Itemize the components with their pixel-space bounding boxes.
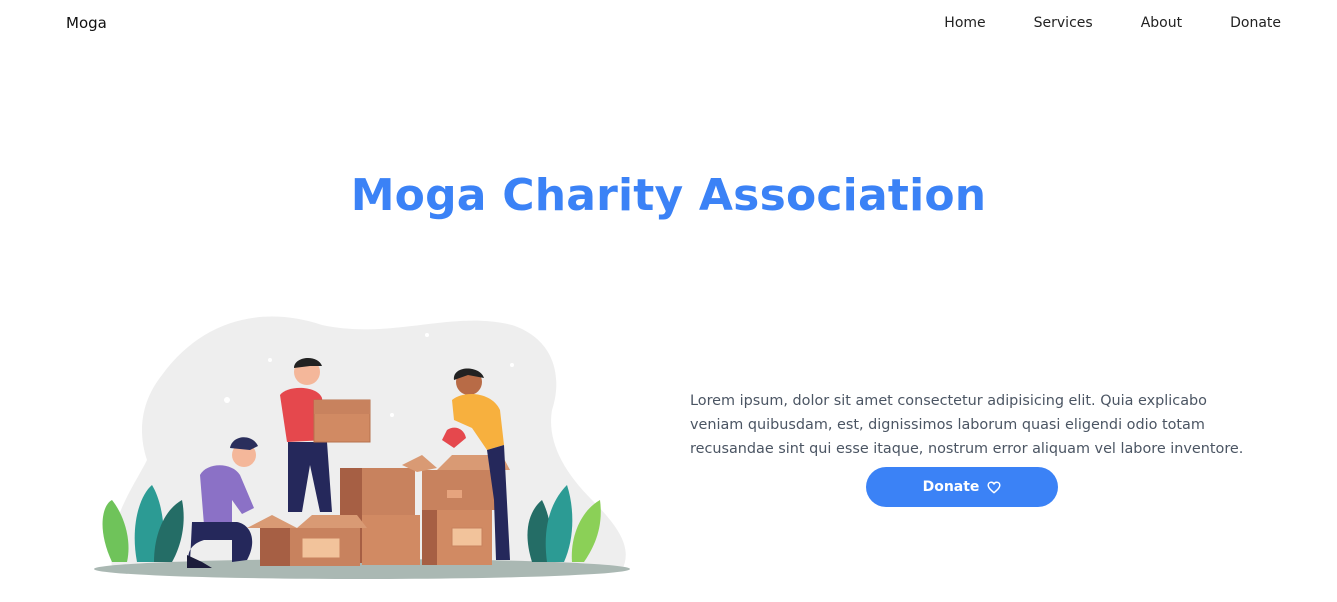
hero-title: Moga Charity Association (350, 170, 987, 221)
hero-content: Lorem ipsum, dolor sit amet consectetur … (690, 389, 1250, 507)
donate-button-label: Donate (922, 479, 980, 495)
nav-link-home[interactable]: Home (944, 15, 985, 31)
donate-button[interactable]: Donate (866, 467, 1058, 507)
navbar: Moga Home Services About Donate (0, 0, 1337, 48)
nav-link-services[interactable]: Services (1034, 15, 1093, 31)
nav-link-about[interactable]: About (1141, 15, 1182, 31)
brand-logo[interactable]: Moga (66, 14, 107, 32)
hero-description: Lorem ipsum, dolor sit amet consectetur … (690, 393, 1244, 457)
charity-illustration (92, 300, 634, 590)
nav-link-donate[interactable]: Donate (1230, 15, 1281, 31)
nav-links: Home Services About Donate (944, 15, 1281, 31)
heart-icon (987, 481, 1001, 494)
